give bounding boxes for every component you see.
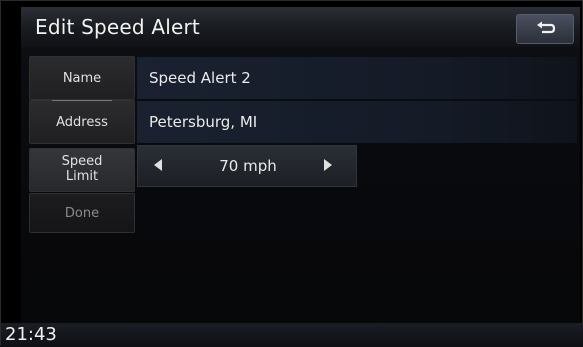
screen: Edit Speed Alert Name Speed Alert 2 Addr… (0, 0, 583, 347)
header-bar: Edit Speed Alert (21, 7, 580, 47)
speed-limit-label-line2: Limit (65, 169, 99, 184)
name-button[interactable]: Name (29, 56, 135, 100)
speed-value: 70 mph (219, 157, 277, 175)
address-value: Petersburg, MI (149, 113, 258, 131)
status-bar: 21:43 (1, 323, 583, 347)
left-arrow-icon[interactable] (154, 159, 162, 171)
return-arrow-icon (537, 21, 556, 34)
name-value: Speed Alert 2 (149, 69, 251, 87)
done-button[interactable]: Done (29, 193, 135, 233)
name-button-label: Name (62, 71, 102, 86)
page-title: Edit Speed Alert (35, 15, 200, 39)
back-button[interactable] (516, 14, 574, 44)
main-panel: Edit Speed Alert Name Speed Alert 2 Addr… (21, 7, 580, 323)
name-value-row[interactable]: Speed Alert 2 (137, 57, 577, 99)
speed-stepper: 70 mph (137, 145, 357, 187)
clock: 21:43 (5, 324, 57, 345)
address-button[interactable]: Address (29, 100, 135, 144)
address-button-label: Address (56, 115, 108, 130)
speed-limit-label-line1: Speed (61, 154, 103, 169)
speed-limit-button[interactable]: Speed Limit (29, 148, 135, 192)
right-arrow-icon[interactable] (324, 159, 332, 171)
done-button-label: Done (64, 206, 100, 221)
address-value-row[interactable]: Petersburg, MI (137, 101, 577, 143)
